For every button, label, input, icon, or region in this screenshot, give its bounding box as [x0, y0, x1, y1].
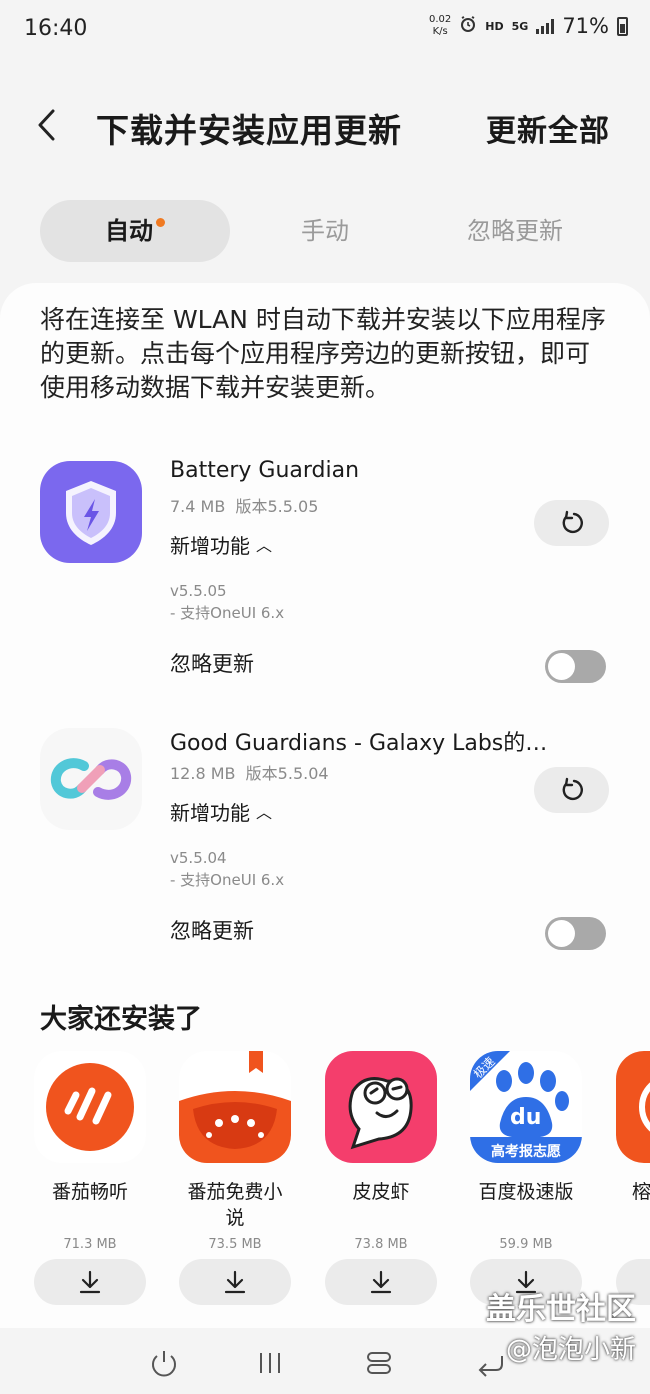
download-icon: [370, 1270, 392, 1294]
battery-icon: [617, 16, 628, 36]
app-size: 73.8 MB: [354, 1237, 408, 1252]
app-name: Battery Guardian: [170, 458, 360, 483]
battery-guardian-app-icon: [40, 461, 142, 563]
status-bar: 16:40 0.02 K/s HD 5G 71%: [0, 0, 650, 60]
app-name: 番茄畅听: [51, 1181, 128, 1203]
fanqie-changting-app-icon[interactable]: [34, 1051, 146, 1163]
ignore-update-switch[interactable]: [545, 917, 606, 950]
tab-bar: 自动 手动 忽略更新: [40, 200, 610, 262]
status-time: 16:40: [24, 16, 88, 41]
chevron-up-icon: ︿: [256, 803, 273, 822]
ignore-update-switch[interactable]: [545, 650, 606, 683]
app-name: 百度极速版: [478, 1181, 574, 1203]
new-features-toggle[interactable]: 新增功能 ︿: [170, 797, 272, 826]
download-icon: [79, 1270, 101, 1294]
download-icon: [224, 1270, 246, 1294]
partial-app-icon[interactable]: [616, 1051, 650, 1163]
tab-manual[interactable]: 手动: [250, 200, 400, 262]
du-logo-text: du: [510, 1105, 542, 1130]
download-button[interactable]: [325, 1259, 437, 1305]
recommend-item: 极速 du 高考报志愿 百度极速版 59.9 MB: [470, 1051, 582, 1305]
release-notes: v5.5.05 - 支持OneUI 6.x: [170, 582, 285, 622]
refresh-icon: [562, 777, 583, 801]
recents-icon: [260, 1353, 280, 1373]
new-features-toggle[interactable]: 新增功能 ︿: [170, 530, 272, 559]
new-badge-dot: [156, 218, 165, 227]
hd-icon: HD: [485, 19, 504, 33]
recommend-list: 番茄畅听 71.3 MB 番茄免费小说 73.5 MB 皮皮虾 73.8 MB …: [0, 1051, 650, 1321]
app-name: 皮皮虾: [352, 1181, 410, 1203]
good-guardians-app-icon: [40, 728, 142, 830]
page-title: 下载并安装应用更新: [96, 111, 402, 150]
signal-icon: [536, 18, 555, 34]
recommend-item: 番茄畅听 71.3 MB: [34, 1051, 146, 1305]
app-name: 榕: [632, 1181, 650, 1203]
app-name: 番茄免费小说: [187, 1181, 283, 1229]
power-icon: [152, 1351, 176, 1377]
app-size: 73.5 MB: [208, 1237, 262, 1252]
network-type-icon: 5G: [511, 19, 529, 33]
intro-text: 将在连接至 WLAN 时自动下载并安装以下应用程序的更新。点击每个应用程序旁边的…: [40, 305, 606, 402]
update-button[interactable]: [534, 500, 609, 546]
fanqie-novel-app-icon[interactable]: [179, 1051, 291, 1163]
update-list-card: 将在连接至 WLAN 时自动下载并安装以下应用程序的更新。点击每个应用程序旁边的…: [0, 283, 650, 1328]
switch-knob: [548, 920, 575, 947]
download-button[interactable]: [34, 1259, 146, 1305]
recommend-item: 番茄免费小说 73.5 MB: [179, 1051, 291, 1305]
battery-percent: 71%: [562, 14, 609, 38]
recommend-item: 榕: [616, 1051, 650, 1305]
back-arrow-icon: [38, 109, 55, 141]
pipixia-app-icon[interactable]: [325, 1051, 437, 1163]
app-size-version: 7.4 MB 版本5.5.05: [170, 497, 319, 516]
release-notes: v5.5.04 - 支持OneUI 6.x: [170, 849, 285, 889]
net-speed: 0.02 K/s: [429, 14, 452, 37]
tab-ignored[interactable]: 忽略更新: [440, 200, 590, 262]
ignore-update-label: 忽略更新: [170, 919, 254, 943]
download-button[interactable]: [179, 1259, 291, 1305]
app-name: Good Guardians - Galaxy Labs的…: [170, 731, 548, 756]
status-icons: 0.02 K/s HD 5G 71%: [429, 14, 628, 38]
home-icon: [367, 1352, 391, 1374]
refresh-icon: [562, 510, 583, 534]
app-size: 71.3 MB: [63, 1237, 117, 1252]
home-button[interactable]: [359, 1348, 399, 1378]
recommend-item: 皮皮虾 73.8 MB: [325, 1051, 437, 1305]
app-size: 59.9 MB: [499, 1237, 553, 1252]
tab-auto[interactable]: 自动: [40, 200, 230, 262]
icon-banner-text: 高考报志愿: [491, 1144, 561, 1160]
power-button[interactable]: [144, 1348, 184, 1378]
app-size-version: 12.8 MB 版本5.5.04: [170, 764, 329, 783]
recommend-section-title: 大家还安装了: [40, 1004, 202, 1035]
watermark: 盖乐世社区 @泡泡小新: [486, 1292, 636, 1365]
recents-button[interactable]: [250, 1348, 290, 1378]
alarm-icon: [459, 15, 477, 37]
switch-knob: [548, 653, 575, 680]
update-all-button[interactable]: 更新全部: [486, 106, 610, 150]
back-button[interactable]: [28, 104, 68, 144]
baidu-lite-app-icon[interactable]: 极速 du 高考报志愿: [470, 1051, 582, 1163]
ignore-update-label: 忽略更新: [170, 652, 254, 676]
chevron-up-icon: ︿: [256, 536, 273, 555]
update-button[interactable]: [534, 767, 609, 813]
top-bar: 下载并安装应用更新 更新全部: [0, 90, 650, 160]
